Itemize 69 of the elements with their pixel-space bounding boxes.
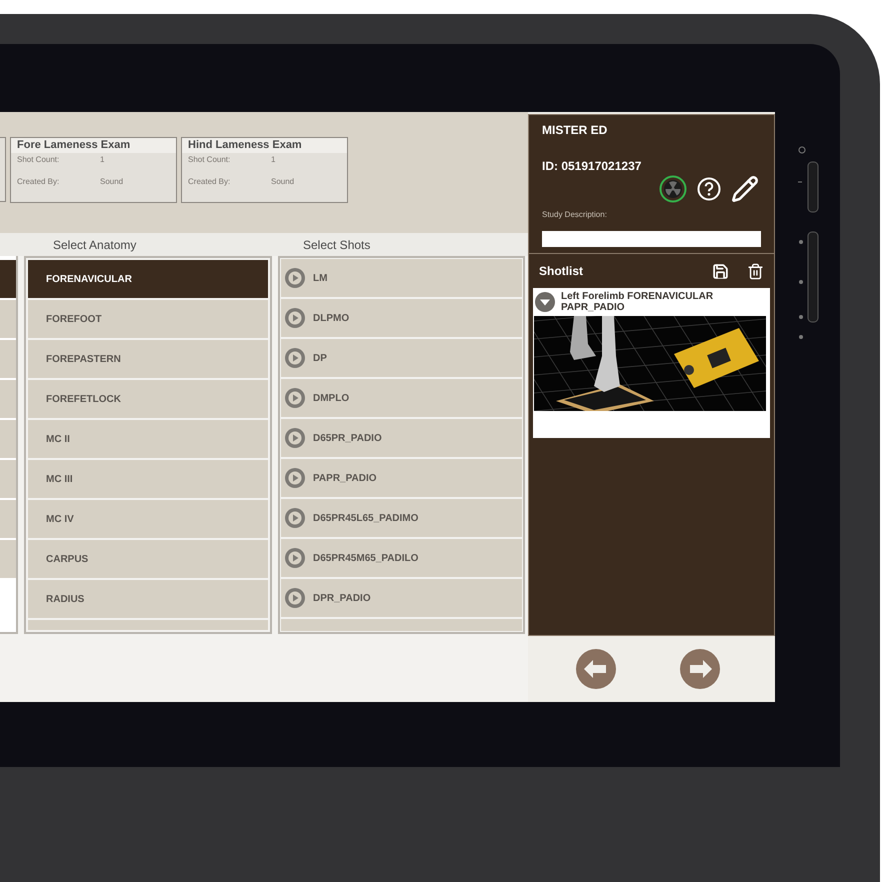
anatomy-item[interactable]: FOREPASTERN xyxy=(28,340,268,378)
play-icon xyxy=(284,347,306,369)
study-description-field[interactable] xyxy=(542,231,761,247)
save-icon[interactable] xyxy=(712,262,729,280)
anatomy-item[interactable]: MC II xyxy=(28,420,268,458)
shot-item[interactable]: DPR_PADIO xyxy=(281,579,522,617)
chevron-down-icon[interactable] xyxy=(535,292,555,312)
play-icon xyxy=(284,387,306,409)
region-list-item[interactable] xyxy=(0,300,16,338)
shot-item[interactable]: D65PR45L65_PADIMO xyxy=(281,499,522,537)
anatomy-item[interactable]: FORENAVICULAR xyxy=(28,260,268,298)
region-list-item[interactable] xyxy=(0,260,16,298)
arrow-left-icon xyxy=(576,649,616,689)
back-button[interactable] xyxy=(576,649,616,689)
shot-item[interactable] xyxy=(281,619,522,631)
patient-name: MISTER ED xyxy=(542,122,608,139)
shot-item[interactable]: DP xyxy=(281,339,522,377)
anatomy-item[interactable] xyxy=(28,620,268,630)
play-icon xyxy=(284,267,306,289)
region-list-item[interactable] xyxy=(0,420,16,458)
shot-item[interactable]: D65PR45M65_PADILO xyxy=(281,539,522,577)
anatomy-item[interactable]: FOREFETLOCK xyxy=(28,380,268,418)
play-icon xyxy=(284,467,306,489)
region-list-item[interactable] xyxy=(0,540,16,578)
shot-item[interactable]: DMPLO xyxy=(281,379,522,417)
field-label: Shot Count: xyxy=(188,154,232,166)
region-list-item[interactable] xyxy=(0,460,16,498)
exam-title: Fore Lameness Exam xyxy=(11,138,176,153)
play-icon xyxy=(284,507,306,529)
region-list-item[interactable] xyxy=(0,340,16,378)
column-heading: Select Shots xyxy=(303,236,370,254)
anatomy-item[interactable]: RADIUS xyxy=(28,580,268,618)
anatomy-item[interactable]: MC IV xyxy=(28,500,268,538)
play-icon xyxy=(284,547,306,569)
field-value: Sound xyxy=(100,176,124,188)
edit-icon[interactable] xyxy=(731,175,759,203)
radiation-icon[interactable] xyxy=(659,175,687,203)
field-value: 1 xyxy=(100,154,104,166)
shotlist-item[interactable]: Left Forelimb FORENAVICULAR PAPR_PADIO xyxy=(533,288,770,438)
region-list-item[interactable] xyxy=(0,500,16,538)
column-heading: Select Anatomy xyxy=(53,236,138,254)
field-label: Created By: xyxy=(17,176,60,188)
region-list-item[interactable] xyxy=(0,380,16,418)
field-value: 1 xyxy=(271,154,276,166)
anatomy-item[interactable]: MC III xyxy=(28,460,268,498)
exam-card[interactable]: Hind Lameness Exam Shot Count: 1 Created By: Sound xyxy=(181,137,348,203)
patient-id: ID: 051917021237 xyxy=(542,158,642,175)
play-icon xyxy=(284,587,306,609)
shotlist-title: Shotlist xyxy=(539,263,584,280)
field-label: Created By: xyxy=(188,176,232,188)
shot-item[interactable]: DLPMO xyxy=(281,299,522,337)
anatomy-item[interactable]: CARPUS xyxy=(28,540,268,578)
shot-item[interactable]: LM xyxy=(281,259,522,297)
exam-card[interactable]: Fore Lameness Exam Shot Count: 1 Created By: Sound xyxy=(10,137,177,203)
anatomy-item[interactable]: FOREFOOT xyxy=(28,300,268,338)
shot-item[interactable]: PAPR_PADIO xyxy=(281,459,522,497)
field-label: Study Description: xyxy=(542,209,608,221)
shot-item[interactable]: D65PR_PADIO xyxy=(281,419,522,457)
exam-card[interactable] xyxy=(0,137,6,202)
field-value: Sound xyxy=(271,176,294,188)
shotlist-item-label: Left Forelimb FORENAVICULAR PAPR_PADIO xyxy=(561,291,714,313)
trash-icon[interactable] xyxy=(747,262,764,280)
play-icon xyxy=(284,307,306,329)
play-icon xyxy=(284,427,306,449)
arrow-right-icon xyxy=(680,649,720,689)
field-label: Shot Count: xyxy=(17,154,60,166)
help-icon[interactable] xyxy=(697,177,721,201)
next-button[interactable] xyxy=(680,649,720,689)
exam-title: Hind Lameness Exam xyxy=(182,138,347,153)
